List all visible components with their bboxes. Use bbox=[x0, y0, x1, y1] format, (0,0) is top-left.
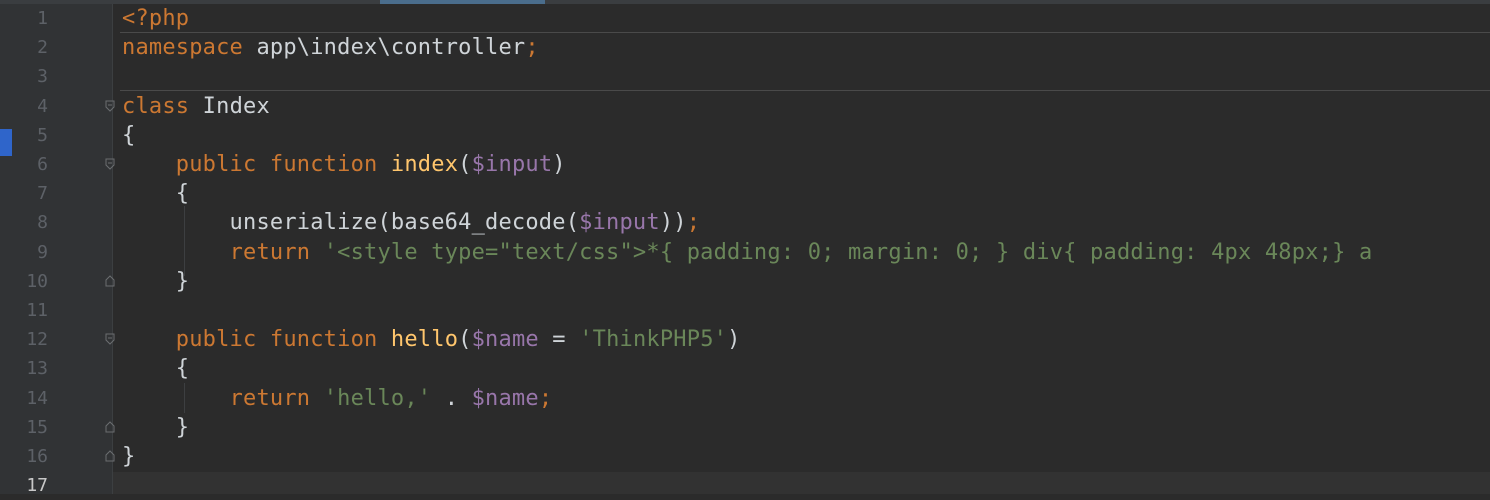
code-token: 'hello,' bbox=[323, 385, 432, 411]
code-token: Index bbox=[189, 93, 270, 119]
code-text: { bbox=[122, 121, 135, 150]
code-line[interactable]: 10 } bbox=[0, 267, 1490, 296]
fold-toggle-icon[interactable] bbox=[104, 275, 115, 288]
code-token: $name bbox=[471, 385, 539, 411]
code-token: { bbox=[122, 181, 190, 207]
code-line[interactable]: 16} bbox=[0, 442, 1490, 471]
code-text: } bbox=[122, 413, 189, 442]
code-text: class Index bbox=[122, 92, 270, 121]
code-token: return bbox=[229, 239, 311, 265]
code-token: namespace bbox=[122, 35, 244, 61]
code-token: { bbox=[122, 122, 136, 148]
line-number: 17 bbox=[26, 475, 48, 497]
code-text: public function index($input) bbox=[122, 150, 566, 179]
code-text: } bbox=[122, 267, 189, 296]
code-line[interactable]: 3 bbox=[0, 62, 1490, 91]
code-text: <?php bbox=[122, 4, 189, 33]
line-number: 16 bbox=[26, 446, 48, 467]
code-token: public function bbox=[175, 152, 378, 177]
code-token: ; bbox=[686, 210, 701, 236]
line-number: 5 bbox=[37, 124, 48, 146]
line-number: 14 bbox=[26, 387, 48, 409]
code-line[interactable]: 4 class Index bbox=[0, 92, 1490, 121]
line-number: 6 bbox=[37, 154, 48, 175]
line-number: 15 bbox=[26, 416, 48, 438]
code-token: app\index\controller bbox=[243, 35, 526, 61]
fold-toggle-icon[interactable] bbox=[104, 421, 115, 434]
code-text: { bbox=[122, 354, 189, 383]
code-token: public function bbox=[175, 327, 378, 353]
code-token: return bbox=[229, 385, 311, 411]
code-text: } bbox=[122, 442, 135, 471]
code-line[interactable]: 17 bbox=[0, 471, 1490, 500]
line-number: 10 bbox=[26, 270, 48, 292]
code-line[interactable]: 14 return 'hello,' . $name; bbox=[0, 384, 1490, 413]
code-line[interactable]: 13 { bbox=[0, 354, 1490, 383]
fold-toggle-icon[interactable] bbox=[104, 100, 115, 113]
code-token: 'ThinkPHP5' bbox=[579, 327, 728, 353]
code-text: public function hello($name = 'ThinkPHP5… bbox=[122, 325, 741, 354]
code-token: class bbox=[122, 93, 190, 119]
code-line[interactable]: 7 { bbox=[0, 179, 1490, 208]
code-token: $name bbox=[471, 327, 539, 353]
fold-toggle-icon[interactable] bbox=[104, 158, 115, 171]
code-token: )) bbox=[659, 210, 687, 236]
code-text: return '<style type="text/css">*{ paddin… bbox=[122, 238, 1373, 267]
code-token: unserialize(base64_decode( bbox=[122, 210, 580, 236]
code-token: . bbox=[431, 385, 472, 411]
code-token: ; bbox=[525, 35, 539, 61]
fold-toggle-icon[interactable] bbox=[104, 450, 115, 463]
code-line[interactable]: 9 return '<style type="text/css">*{ padd… bbox=[0, 238, 1490, 267]
line-number: 4 bbox=[37, 95, 48, 117]
code-token: } bbox=[122, 414, 190, 440]
code-token: $input bbox=[579, 210, 660, 236]
code-token: '<style type="text/css">*{ padding: 0; m… bbox=[323, 239, 1373, 265]
code-token: } bbox=[122, 444, 136, 469]
fold-toggle-icon[interactable] bbox=[104, 333, 115, 346]
code-token: } bbox=[122, 268, 190, 294]
code-line[interactable]: 11 bbox=[0, 296, 1490, 325]
code-line[interactable]: 5{ bbox=[0, 121, 1490, 150]
line-number: 1 bbox=[37, 8, 48, 29]
line-number: 11 bbox=[26, 300, 48, 321]
line-number: 2 bbox=[37, 37, 48, 59]
code-token: ; bbox=[538, 385, 553, 411]
code-text: namespace app\index\controller; bbox=[122, 33, 539, 62]
code-token: ) bbox=[552, 152, 566, 177]
code-line[interactable]: 8 unserialize(base64_decode($input)); bbox=[0, 208, 1490, 237]
code-line[interactable]: 2 namespace app\index\controller; bbox=[0, 33, 1490, 62]
code-token: $input bbox=[471, 152, 553, 177]
code-token: ( bbox=[458, 152, 472, 177]
code-token: <?php bbox=[122, 6, 190, 31]
code-text: { bbox=[122, 179, 189, 208]
line-number: 7 bbox=[37, 183, 48, 205]
line-number: 8 bbox=[37, 212, 48, 234]
code-token: index bbox=[390, 152, 459, 177]
code-token: ) bbox=[727, 327, 741, 353]
code-token: ( bbox=[458, 327, 472, 353]
code-line[interactable]: 12 public function hello($name = 'ThinkP… bbox=[0, 325, 1490, 354]
line-number: 13 bbox=[26, 358, 48, 380]
code-text: return 'hello,' . $name; bbox=[122, 384, 553, 413]
line-number: 3 bbox=[37, 66, 48, 88]
code-line[interactable]: 1 <?php bbox=[0, 4, 1490, 33]
code-text: unserialize(base64_decode($input)); bbox=[122, 208, 700, 237]
line-number: 9 bbox=[37, 241, 48, 263]
code-line[interactable]: 15 } bbox=[0, 413, 1490, 442]
code-line[interactable]: 6 public function index($input) bbox=[0, 150, 1490, 179]
code-token: hello bbox=[390, 327, 459, 353]
code-token: { bbox=[122, 356, 190, 382]
code-token: = bbox=[538, 327, 580, 353]
line-number: 12 bbox=[26, 329, 48, 351]
